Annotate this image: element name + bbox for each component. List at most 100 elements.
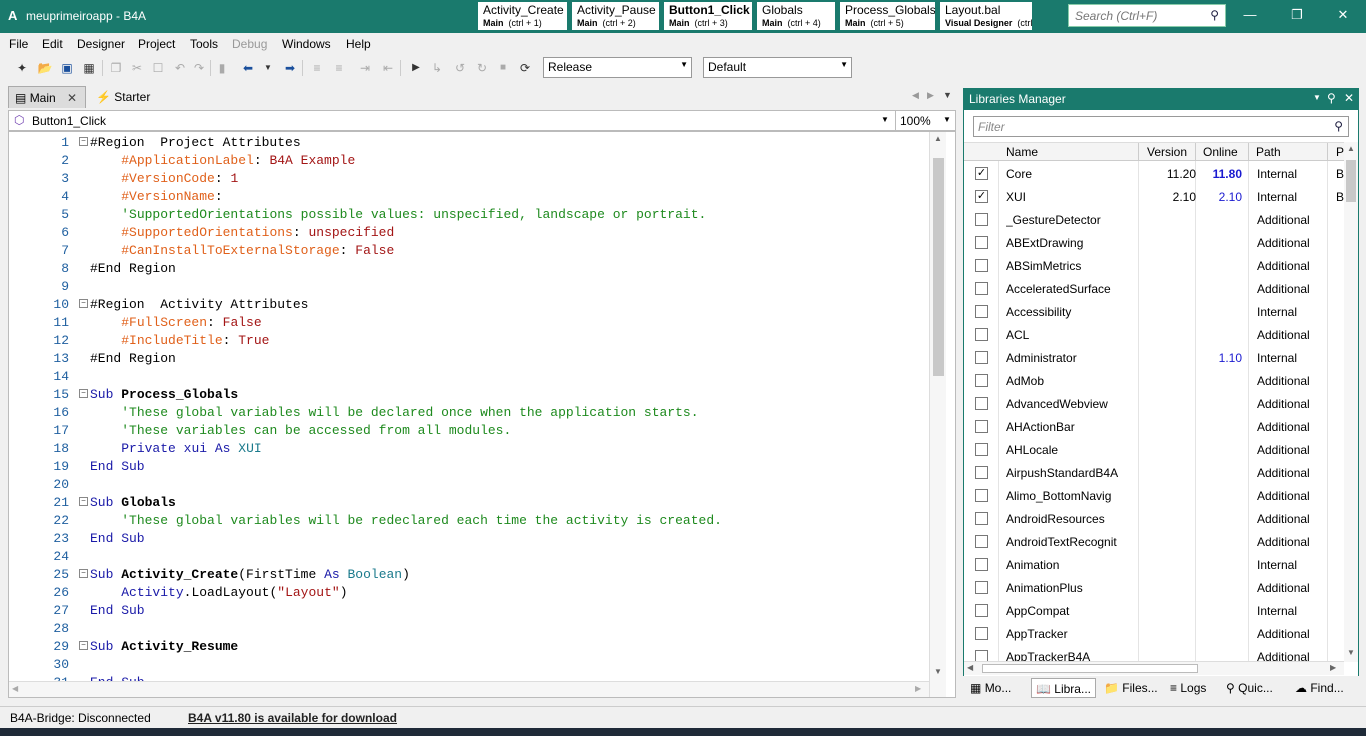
scroll-down-icon[interactable]: ▼	[1347, 648, 1355, 657]
library-checkbox[interactable]	[975, 374, 988, 387]
library-checkbox[interactable]	[975, 351, 988, 364]
panel-tab-find[interactable]: ☁ Find...	[1291, 678, 1348, 698]
panel-tab-book[interactable]: 📖 Libra...	[1031, 678, 1096, 698]
library-vertical-scrollbar[interactable]: ▲ ▼	[1344, 142, 1358, 662]
code-line[interactable]: 4 #VersionName:	[9, 188, 929, 206]
library-checkbox[interactable]	[975, 489, 988, 502]
menu-debug[interactable]: Debug	[232, 37, 267, 51]
indent-icon[interactable]: ⇥	[357, 60, 373, 76]
library-row[interactable]: AHActionBar Additional	[964, 415, 1344, 438]
library-row[interactable]: ✓ Core 11.20 11.80 Internal B	[964, 162, 1344, 185]
scroll-left-icon[interactable]: ◀	[12, 684, 18, 693]
library-row[interactable]: ABExtDrawing Additional	[964, 231, 1344, 254]
code-line[interactable]: 18 Private xui As XUI	[9, 440, 929, 458]
library-row[interactable]: ABSimMetrics Additional	[964, 254, 1344, 277]
col-online[interactable]: Online	[1203, 145, 1238, 162]
library-horizontal-scrollbar[interactable]: ◀ ▶	[964, 661, 1344, 675]
code-line[interactable]: 21 − Sub Globals	[9, 494, 929, 512]
code-line[interactable]: 24	[9, 548, 929, 566]
library-checkbox[interactable]	[975, 535, 988, 548]
zoom-select[interactable]: 100% ▼	[895, 111, 955, 130]
step-out-icon[interactable]: ↻	[474, 60, 490, 76]
library-checkbox[interactable]	[975, 420, 988, 433]
code-line[interactable]: 12 #IncludeTitle: True	[9, 332, 929, 350]
library-checkbox[interactable]	[975, 581, 988, 594]
scroll-thumb[interactable]	[933, 158, 944, 376]
code-line[interactable]: 23 End Sub	[9, 530, 929, 548]
close-panel-icon[interactable]: ✕	[1344, 91, 1354, 105]
library-row[interactable]: Alimo_BottomNavig Additional	[964, 484, 1344, 507]
code-line[interactable]: 25 − Sub Activity_Create(FirstTime As Bool…	[9, 566, 929, 584]
library-checkbox[interactable]	[975, 259, 988, 272]
new-file-icon[interactable]: ✦	[14, 60, 30, 76]
library-checkbox[interactable]	[975, 397, 988, 410]
navigate-forward-icon[interactable]: ➡	[282, 60, 298, 76]
tab-main[interactable]: ▤ Main ✕	[8, 86, 86, 108]
code-line[interactable]: 1 − #Region Project Attributes	[9, 134, 929, 152]
library-row[interactable]: AndroidTextRecognit Additional	[964, 530, 1344, 553]
library-row[interactable]: ✓ XUI 2.10 2.10 Internal B	[964, 185, 1344, 208]
library-checkbox[interactable]	[975, 604, 988, 617]
menu-project[interactable]: Project	[138, 37, 175, 51]
cut-icon[interactable]: ✂	[129, 60, 145, 76]
stop-icon[interactable]: ■	[495, 60, 511, 76]
col-path[interactable]: Path	[1256, 145, 1281, 162]
bookmark-icon[interactable]: ▮	[214, 60, 230, 76]
code-line[interactable]: 11 #FullScreen: False	[9, 314, 929, 332]
close-icon[interactable]: ✕	[1333, 7, 1353, 23]
filter-input[interactable]: Filter ⚲	[973, 116, 1349, 137]
panel-menu-icon[interactable]: ▼	[1313, 93, 1321, 102]
panel-tab-modules[interactable]: ▦ Mo...	[966, 678, 1015, 698]
library-row[interactable]: AppCompat Internal	[964, 599, 1344, 622]
library-row[interactable]: Animation Internal	[964, 553, 1344, 576]
quick-tab-layout-bal[interactable]: Layout.balVisual Designer (ctrl + 6)	[940, 2, 1032, 30]
run-icon[interactable]: ▶	[408, 60, 424, 76]
quick-tab-activity-pause[interactable]: Activity_Pause Main (ctrl + 2)	[572, 2, 659, 30]
search-input[interactable]: Search (Ctrl+F) ⚲	[1068, 4, 1226, 27]
scroll-thumb[interactable]	[982, 664, 1198, 673]
scroll-up-icon[interactable]: ▲	[1347, 144, 1355, 153]
outdent-icon[interactable]: ⇤	[380, 60, 396, 76]
code-line[interactable]: 9	[9, 278, 929, 296]
tab-starter[interactable]: ⚡ Starter	[90, 86, 170, 108]
code-line[interactable]: 5 'SupportedOrientations possible values…	[9, 206, 929, 224]
library-row[interactable]: AHLocale Additional	[964, 438, 1344, 461]
library-checkbox[interactable]	[975, 558, 988, 571]
code-line[interactable]: 7 #CanInstallToExternalStorage: False	[9, 242, 929, 260]
library-row[interactable]: _GestureDetector Additional	[964, 208, 1344, 231]
code-line[interactable]: 22 'These global variables will be redec…	[9, 512, 929, 530]
library-row[interactable]: AdMob Additional	[964, 369, 1344, 392]
library-checkbox[interactable]	[975, 213, 988, 226]
restart-icon[interactable]: ⟳	[517, 60, 533, 76]
col-version[interactable]: Version	[1147, 145, 1187, 162]
panel-tab-list[interactable]: ≡ Logs	[1166, 678, 1210, 698]
code-line[interactable]: 16 'These global variables will be decla…	[9, 404, 929, 422]
close-tab-icon[interactable]: ✕	[67, 91, 77, 105]
code-line[interactable]: 20	[9, 476, 929, 494]
fold-toggle-icon[interactable]: −	[79, 389, 88, 398]
scroll-right-icon[interactable]: ▶	[915, 684, 921, 693]
code-line[interactable]: 19 End Sub	[9, 458, 929, 476]
library-checkbox[interactable]	[975, 512, 988, 525]
copy-icon[interactable]: ❐	[108, 60, 124, 76]
library-checkbox[interactable]: ✓	[975, 190, 988, 203]
code-line[interactable]: 15 − Sub Process_Globals	[9, 386, 929, 404]
build-target-select[interactable]: Default ▼	[703, 57, 852, 78]
code-line[interactable]: 17 'These variables can be accessed from…	[9, 422, 929, 440]
menu-tools[interactable]: Tools	[190, 37, 218, 51]
redo-icon[interactable]: ↷	[191, 60, 207, 76]
scroll-left-icon[interactable]: ◀	[967, 663, 973, 672]
code-line[interactable]: 3 #VersionCode: 1	[9, 170, 929, 188]
library-checkbox[interactable]	[975, 305, 988, 318]
scroll-tabs-right-icon[interactable]: ▶	[927, 90, 934, 101]
code-line[interactable]: 6 #SupportedOrientations: unspecified	[9, 224, 929, 242]
fold-toggle-icon[interactable]: −	[79, 137, 88, 146]
library-row[interactable]: AdvancedWebview Additional	[964, 392, 1344, 415]
library-row[interactable]: Accessibility Internal	[964, 300, 1344, 323]
scroll-down-icon[interactable]: ▼	[934, 667, 942, 676]
step-into-icon[interactable]: ↳	[429, 60, 445, 76]
menu-edit[interactable]: Edit	[42, 37, 63, 51]
menu-file[interactable]: File	[9, 37, 28, 51]
undo-icon[interactable]: ↶	[172, 60, 188, 76]
library-checkbox[interactable]	[975, 466, 988, 479]
